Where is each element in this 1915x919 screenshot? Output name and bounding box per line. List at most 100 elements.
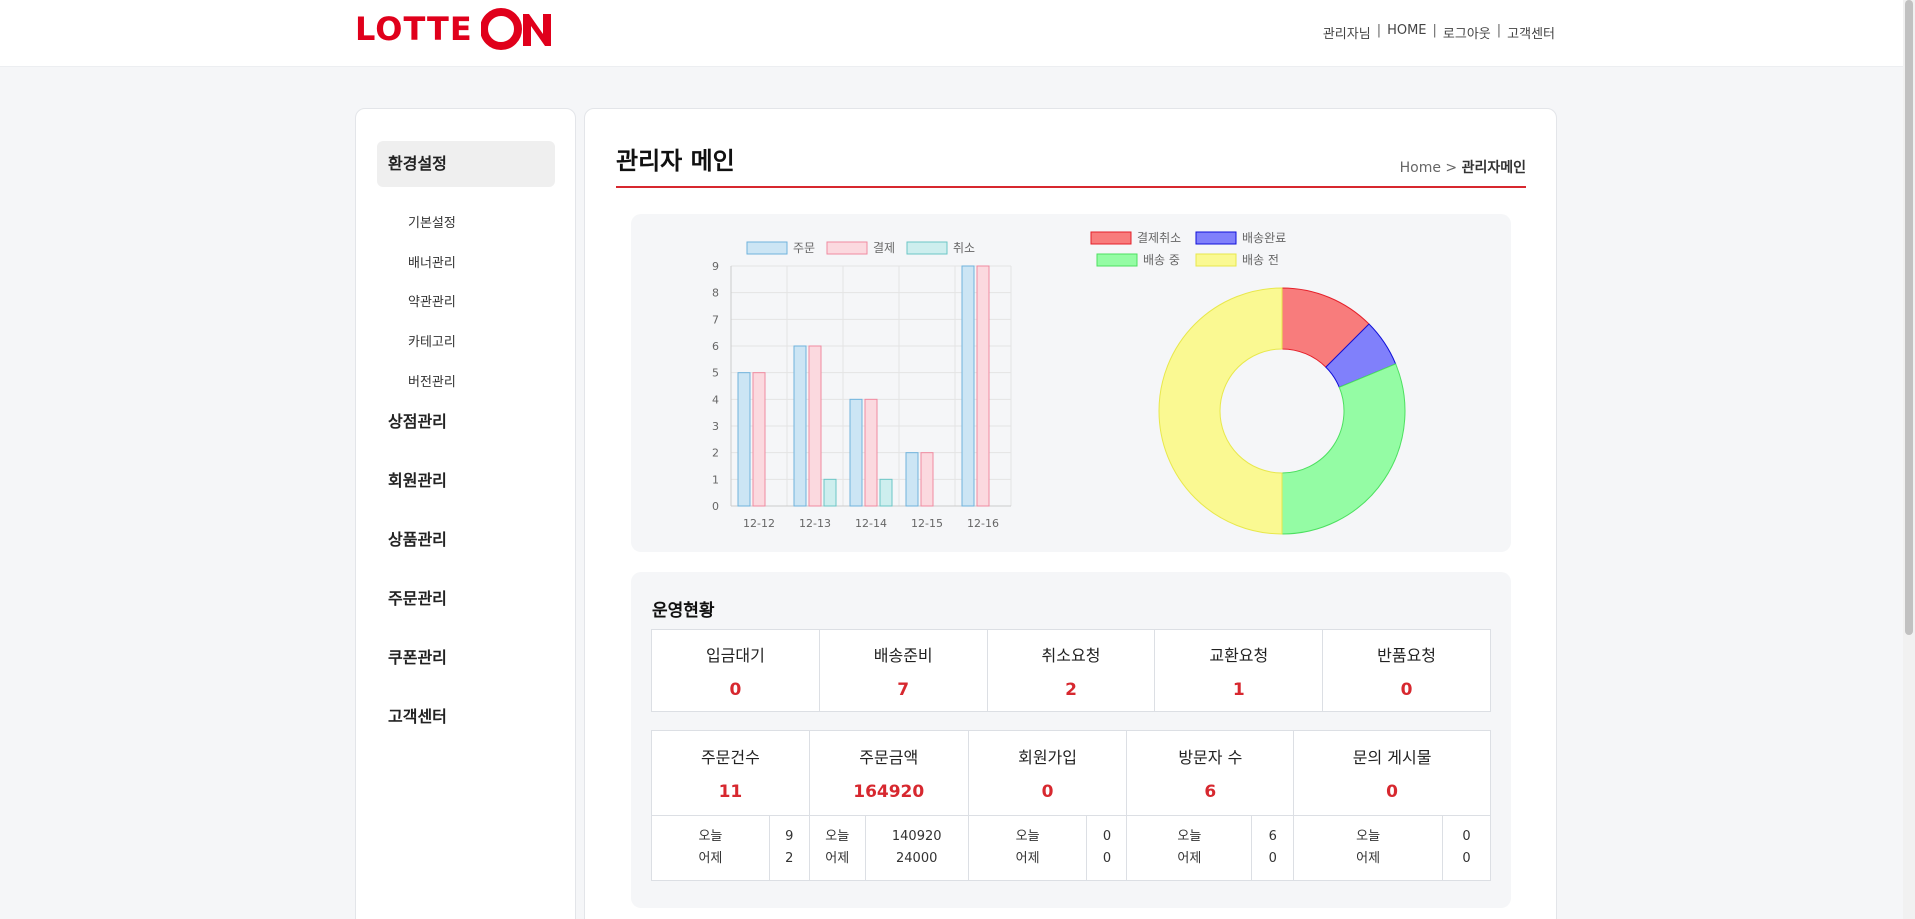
period-labels: 오늘 어제 xyxy=(1126,815,1253,881)
logout-link[interactable]: 로그아웃 xyxy=(1443,23,1491,42)
status-value: 1 xyxy=(1232,679,1245,700)
y-tick-label: 8 xyxy=(712,287,719,300)
separator: | xyxy=(1496,23,1502,38)
yesterday-value: 24000 xyxy=(896,851,938,866)
summary-cell-inquiries[interactable]: 문의 게시물 0 xyxy=(1293,730,1491,816)
legend-swatch xyxy=(1090,231,1132,245)
period-values: 00 xyxy=(1086,815,1128,881)
sidebar-group-store[interactable]: 상점관리 xyxy=(377,399,555,445)
period-labels: 오늘어제 xyxy=(808,815,866,881)
today-label: 오늘 xyxy=(1356,829,1381,844)
y-tick-label: 5 xyxy=(712,367,719,380)
main-panel: 관리자 메인 Home > 관리자메인 주문 결제 취소 0 1 2 3 4 5 6 7 8 9 12-1… xyxy=(584,108,1557,919)
period-values: 92 xyxy=(768,815,810,881)
status-cell-ship-ready[interactable]: 배송준비 7 xyxy=(818,629,988,712)
y-tick-label: 4 xyxy=(712,393,719,406)
status-label: 취소요청 xyxy=(1041,645,1101,665)
period-labels: 오늘 어제 xyxy=(967,815,1088,881)
x-tick-label: 12-15 xyxy=(911,517,943,530)
bar-취소 xyxy=(823,478,837,507)
summary-cell-order-count[interactable]: 주문건수 11 xyxy=(651,730,810,816)
status-value: 7 xyxy=(897,679,910,700)
summary-cell-order-amount[interactable]: 주문금액 164920 xyxy=(808,730,969,816)
yesterday-value: 0 xyxy=(1102,851,1112,866)
bar-결제 xyxy=(976,265,990,507)
breadcrumb-separator: > xyxy=(1445,160,1458,176)
status-cell-return-request[interactable]: 반품요청 0 xyxy=(1322,629,1491,712)
bar-결제 xyxy=(752,372,766,507)
admin-name-link[interactable]: 관리자님 xyxy=(1323,23,1371,42)
sidebar-item-terms[interactable]: 약관관리 xyxy=(408,291,456,310)
scrollbar-thumb[interactable] xyxy=(1905,0,1913,635)
operations-card: 운영현황 입금대기 0 배송준비 7 취소요청 2 교환요청 1 반품요청 0 주문건수 1… xyxy=(631,572,1511,908)
y-tick-label: 1 xyxy=(712,473,719,486)
x-tick-label: 12-14 xyxy=(855,517,887,530)
sidebar-group-cs[interactable]: 고객센터 xyxy=(377,694,555,740)
summary-cell-signups[interactable]: 회원가입 0 xyxy=(967,730,1128,816)
y-tick-label: 3 xyxy=(712,420,719,433)
today-value: 9 xyxy=(785,829,794,844)
status-cell-exchange-request[interactable]: 교환요청 1 xyxy=(1154,629,1324,712)
chart-card: 주문 결제 취소 0 1 2 3 4 5 6 7 8 9 12-12 12-13 12-14 12-15 12-1… xyxy=(631,214,1511,552)
customer-center-link[interactable]: 고객센터 xyxy=(1507,23,1555,42)
status-cell-deposit-wait[interactable]: 입금대기 0 xyxy=(651,629,820,712)
status-value: 2 xyxy=(1065,679,1077,700)
status-label: 교환요청 xyxy=(1209,645,1269,665)
logo-on-mark xyxy=(480,8,551,50)
period-values: 60 xyxy=(1251,815,1295,881)
title-divider xyxy=(616,186,1526,188)
legend-swatch xyxy=(826,241,868,255)
top-header: LOTTE 관리자님 | HOME | 로그아웃 | 고객센터 xyxy=(0,0,1915,67)
yesterday-value: 0 xyxy=(1268,851,1277,866)
donut-slice-배송 중 xyxy=(1281,363,1406,535)
period-values: 00 xyxy=(1442,815,1491,881)
breadcrumb: Home > 관리자메인 xyxy=(1400,157,1526,177)
sidebar-item-version[interactable]: 버전관리 xyxy=(408,371,456,390)
operations-title: 운영현황 xyxy=(652,601,715,621)
today-value: 140920 xyxy=(891,829,942,844)
today-label: 오늘 xyxy=(1015,829,1040,844)
sidebar-group-order[interactable]: 주문관리 xyxy=(377,576,555,622)
status-cell-cancel-request[interactable]: 취소요청 2 xyxy=(986,629,1156,712)
today-label: 오늘 xyxy=(698,829,723,844)
status-value: 0 xyxy=(729,679,742,700)
status-label: 배송준비 xyxy=(873,645,933,665)
today-value: 0 xyxy=(1462,829,1471,844)
today-label: 오늘 xyxy=(1177,829,1202,844)
today-label: 오늘 xyxy=(825,829,850,844)
breadcrumb-home[interactable]: Home xyxy=(1400,160,1441,176)
legend-label: 배송 중 xyxy=(1143,253,1180,267)
y-tick-label: 2 xyxy=(712,447,719,460)
legend-swatch xyxy=(1195,253,1237,267)
status-label: 반품요청 xyxy=(1377,645,1437,665)
sidebar-group-product[interactable]: 상품관리 xyxy=(377,517,555,563)
summary-label: 회원가입 xyxy=(1018,748,1077,767)
sidebar-item-banner[interactable]: 배너관리 xyxy=(408,252,456,271)
bar-결제 xyxy=(920,452,934,507)
logo-text: LOTTE xyxy=(355,10,473,48)
yesterday-label: 어제 xyxy=(698,851,723,866)
yesterday-label: 어제 xyxy=(825,851,850,866)
sidebar-item-category[interactable]: 카테고리 xyxy=(408,331,456,350)
legend-swatch xyxy=(746,241,788,255)
status-label: 입금대기 xyxy=(705,645,765,665)
sidebar-group-settings[interactable]: 환경설정 xyxy=(377,141,555,187)
legend-label: 배송완료 xyxy=(1242,231,1286,245)
sidebar-group-member[interactable]: 회원관리 xyxy=(377,458,555,504)
separator: | xyxy=(1376,23,1382,38)
sidebar-item-basic-settings[interactable]: 기본설정 xyxy=(408,212,456,231)
page-title: 관리자 메인 xyxy=(616,147,735,175)
bar-주문 xyxy=(961,265,975,507)
y-tick-label: 6 xyxy=(712,340,719,353)
x-tick-label: 12-12 xyxy=(743,517,775,530)
summary-label: 방문자 수 xyxy=(1178,748,1243,767)
period-values: 140920 24000 xyxy=(864,815,969,881)
legend-label: 결제취소 xyxy=(1137,231,1181,245)
lotte-on-logo[interactable]: LOTTE xyxy=(355,8,553,50)
period-labels: 오늘어제 xyxy=(651,815,770,881)
summary-cell-visitors[interactable]: 방문자 수 6 xyxy=(1126,730,1295,816)
page-scrollbar[interactable] xyxy=(1903,0,1915,919)
summary-value: 0 xyxy=(1386,782,1399,802)
sidebar-group-coupon[interactable]: 쿠폰관리 xyxy=(377,635,555,681)
home-link[interactable]: HOME xyxy=(1387,23,1426,42)
